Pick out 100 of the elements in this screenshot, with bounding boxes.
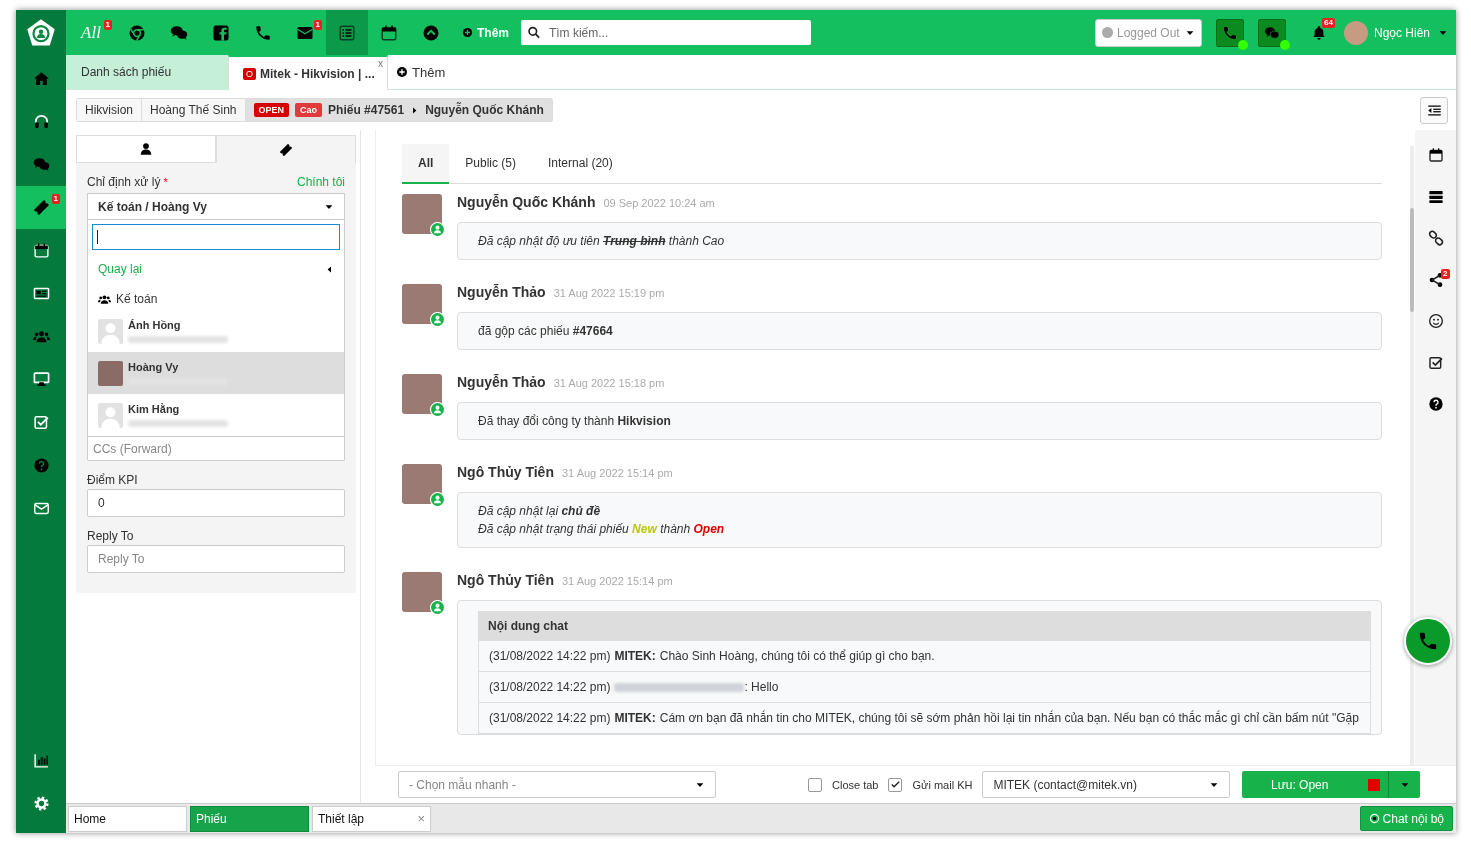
- status-letter: O: [243, 67, 256, 80]
- priority-tag: Cao: [295, 103, 323, 117]
- tab-label: Home: [74, 811, 106, 826]
- share-icon: [1427, 271, 1444, 288]
- tab-label: Mitek - Hikvision | ...: [260, 66, 375, 81]
- taskbar-tab[interactable]: Thiết lập ×: [312, 805, 431, 832]
- search-field[interactable]: [92, 224, 340, 250]
- sender-dropdown[interactable]: MITEK (contact@mitek.vn): [982, 771, 1231, 798]
- settings-icon: [32, 795, 50, 812]
- page-tab[interactable]: O Mitek - Hikvision | ... x: [228, 55, 388, 90]
- status-tag: OPEN: [253, 103, 290, 117]
- caret-icon: [325, 264, 334, 274]
- add-tab-button[interactable]: Thêm: [388, 55, 446, 89]
- calendar-icon: [380, 23, 398, 42]
- checkbox-icon: [32, 414, 50, 431]
- avatar-photo: [402, 374, 442, 414]
- kpi-field[interactable]: 0: [87, 489, 345, 517]
- tab-label: Danh sách phiếu: [81, 65, 172, 79]
- breadcrumb-link[interactable]: Hoàng Thế Sinh: [142, 99, 246, 121]
- chat-bubbles-icon: [32, 156, 50, 173]
- field-label: Reply To: [87, 528, 135, 545]
- assignee-option[interactable]: Ánh Hồng: [88, 310, 344, 352]
- list-button[interactable]: [326, 10, 368, 55]
- search-field[interactable]: Tìm kiếm...: [521, 20, 811, 45]
- required-mark: *: [163, 176, 168, 188]
- filter-tab[interactable]: All: [402, 144, 450, 184]
- message-text: đã gộp các phiếu #47664: [478, 324, 614, 338]
- close-button[interactable]: x: [378, 58, 383, 69]
- checkbox-label: Gửi mail KH: [912, 778, 973, 791]
- ticket-number: Phiếu #47561: [328, 103, 405, 117]
- assignee-option[interactable]: Kim Hằng: [88, 394, 344, 436]
- assignee-name: Hoàng Vy: [128, 361, 180, 373]
- ticket-nav-button[interactable]: 1: [16, 186, 66, 229]
- logo-icon: [26, 17, 56, 48]
- message-text: Đã cập nhật độ ưu tiên Trung bình thành Cao: [478, 234, 726, 248]
- phone-icon: [1221, 24, 1238, 41]
- author-name: Nguyễn Quốc Khánh: [457, 194, 596, 210]
- author-name: Ngô Thủy Tiên: [457, 464, 554, 480]
- smiley-icon: [1427, 313, 1444, 329]
- timestamp: 31 Aug 2022 15:18 pm: [553, 377, 665, 389]
- timestamp: 31 Aug 2022 15:14 pm: [561, 575, 673, 587]
- phone-icon: [254, 23, 272, 42]
- notification-count: 2: [1441, 268, 1450, 279]
- save-options-button[interactable]: [1388, 771, 1421, 798]
- headset-icon: [32, 113, 50, 130]
- taskbar-tab[interactable]: Home: [68, 805, 187, 832]
- envelope-button[interactable]: 1: [284, 10, 326, 55]
- share-tool-button[interactable]: 2: [1420, 269, 1451, 311]
- assignee-option[interactable]: Hoàng Vy: [88, 352, 344, 394]
- tab-label: Thiết lập: [318, 811, 365, 826]
- avatar-photo: [402, 194, 442, 234]
- calendar-icon: [32, 242, 50, 259]
- chat-time: (31/08/2022 14:22 pm): [489, 711, 611, 725]
- chat-bubbles-icon: [170, 23, 188, 42]
- breadcrumb-link[interactable]: Hikvision: [77, 99, 142, 121]
- plus-icon: [396, 66, 408, 78]
- template-dropdown[interactable]: - Chọn mẫu nhanh -: [398, 771, 716, 798]
- calendar-icon: [1427, 147, 1444, 163]
- message-text: Đã cập nhật lại chủ đề: [478, 504, 602, 518]
- avatar-photo: [402, 572, 442, 612]
- notification-count: 1: [313, 20, 322, 30]
- search-input[interactable]: Tìm kiếm...: [546, 24, 805, 41]
- author-name: Nguyễn Thảo: [457, 284, 546, 300]
- help-icon: [1427, 396, 1444, 412]
- chat-bubbles-icon: [1263, 24, 1280, 41]
- stack-icon: [1427, 188, 1444, 205]
- cc-field[interactable]: CCs (Forward): [87, 437, 345, 461]
- chat-sender: MITEK:: [614, 711, 656, 725]
- newspaper-icon: [32, 285, 50, 302]
- notification-count: 64: [1321, 17, 1335, 28]
- checkbox[interactable]: [888, 777, 903, 792]
- chat-text: : Hello: [744, 680, 779, 694]
- users-icon: [32, 328, 50, 345]
- filter-tab[interactable]: Public (5): [449, 144, 533, 184]
- tab-label: Phiếu: [196, 811, 227, 826]
- avatar-photo: [402, 284, 442, 324]
- checkbox[interactable]: [808, 777, 822, 792]
- timestamp: 31 Aug 2022 15:14 pm: [561, 467, 673, 479]
- toggle-panel-button[interactable]: [1420, 96, 1448, 124]
- chat-time: (31/08/2022 14:22 pm): [489, 649, 611, 663]
- assignee-name: Ánh Hồng: [128, 319, 182, 331]
- breadcrumb-current[interactable]: OPEN Cao Phiếu #47561 Nguyễn Quốc Khánh: [245, 99, 552, 121]
- close-button[interactable]: ×: [417, 811, 425, 826]
- filter-tab[interactable]: Internal (20): [532, 144, 629, 184]
- help-icon: [32, 457, 50, 474]
- all-channels-button[interactable]: All 1: [66, 10, 116, 55]
- target-icon: [1368, 813, 1380, 824]
- page-tab[interactable]: Danh sách phiếu: [66, 55, 228, 89]
- chat-sender: MITEK:: [614, 649, 656, 663]
- panel-tab[interactable]: [76, 135, 216, 163]
- field-label: Điểm KPI: [87, 472, 139, 489]
- message-text: Đã cập nhật trạng thái phiếu New thành Open: [478, 522, 726, 536]
- home-icon: [32, 70, 50, 87]
- author-name: Ngô Thủy Tiên: [457, 572, 554, 588]
- ticket-icon: [32, 199, 50, 216]
- table-header: Nội dung chat: [478, 611, 1371, 641]
- assignee-dropdown[interactable]: Kế toán / Hoàng Vy: [87, 193, 345, 220]
- reply-to-field[interactable]: Reply To: [87, 545, 345, 573]
- ticket-icon: [279, 142, 293, 157]
- author-name: Nguyễn Thảo: [457, 374, 546, 390]
